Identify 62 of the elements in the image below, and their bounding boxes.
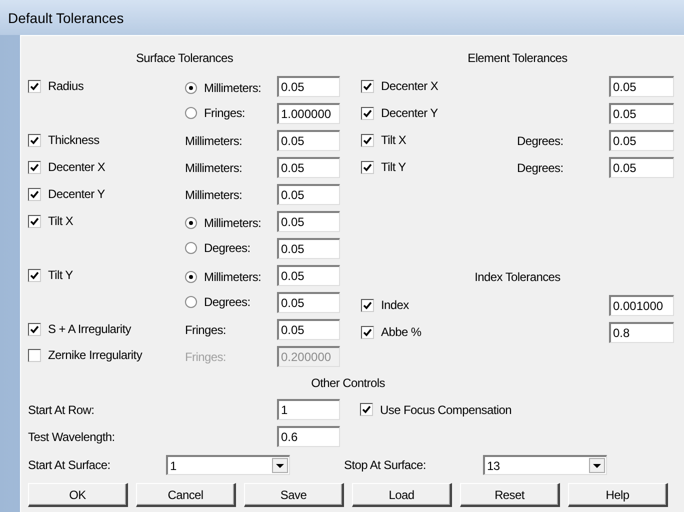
- input-field[interactable]: 1: [277, 399, 340, 420]
- input-field[interactable]: 0.05: [609, 76, 674, 97]
- input-field[interactable]: 0.05: [277, 211, 340, 232]
- field-label: Start At Surface:: [28, 458, 110, 472]
- section-heading: Other Controls: [311, 376, 385, 390]
- unit-label: Fringes:: [185, 350, 226, 364]
- input-field[interactable]: 0.05: [277, 292, 340, 313]
- radio-button[interactable]: Degrees:: [185, 294, 250, 308]
- unit-label: Fringes:: [185, 322, 226, 336]
- section-heading: Index Tolerances: [474, 270, 560, 284]
- input-field[interactable]: 0.05: [609, 130, 674, 151]
- checkbox[interactable]: Index: [361, 298, 409, 312]
- input-field[interactable]: 0.05: [277, 184, 340, 205]
- unit-label: Millimeters:: [185, 134, 242, 148]
- checkbox[interactable]: Decenter X: [28, 160, 106, 174]
- dialog-button[interactable]: Load: [352, 483, 452, 507]
- dialog-button[interactable]: Reset: [460, 483, 560, 507]
- input-field[interactable]: 1.000000: [277, 103, 340, 124]
- section-heading: Element Tolerances: [468, 51, 568, 65]
- dialog-button[interactable]: Cancel: [136, 483, 236, 507]
- field-label: Test Wavelength:: [28, 430, 115, 444]
- window-title: Default Tolerances: [8, 10, 124, 26]
- input-field[interactable]: 0.05: [277, 238, 340, 259]
- field-label: Start At Row:: [28, 402, 94, 416]
- input-field[interactable]: 0.05: [277, 130, 340, 151]
- unit-label: Millimeters:: [185, 188, 242, 202]
- radio-button[interactable]: Degrees:: [185, 240, 250, 254]
- checkbox[interactable]: S + A Irregularity: [28, 322, 131, 336]
- checkbox[interactable]: Decenter Y: [28, 187, 105, 202]
- checkbox[interactable]: Decenter Y: [361, 106, 438, 120]
- input-field[interactable]: 0.05: [277, 157, 340, 178]
- dropdown[interactable]: 1: [166, 455, 290, 475]
- radio-button[interactable]: Millimeters:: [185, 80, 262, 94]
- checkbox[interactable]: Radius: [28, 79, 84, 94]
- input-field[interactable]: 0.6: [277, 426, 340, 447]
- input-field[interactable]: 0.001000: [609, 295, 674, 316]
- checkbox[interactable]: Thickness: [28, 133, 100, 148]
- input-field[interactable]: 0.05: [277, 319, 340, 340]
- radio-button[interactable]: Millimeters:: [185, 216, 262, 230]
- input-field[interactable]: 0.05: [609, 157, 674, 178]
- input-field[interactable]: 0.05: [277, 265, 340, 286]
- checkbox[interactable]: Tilt Y: [28, 268, 73, 282]
- checkbox[interactable]: Abbe %: [361, 325, 422, 340]
- checkbox[interactable]: Tilt X: [361, 133, 406, 148]
- radio-button[interactable]: Fringes:: [185, 106, 245, 120]
- dropdown[interactable]: 13: [483, 455, 607, 475]
- unit-label: Degrees:: [517, 134, 564, 148]
- unit-label: Degrees:: [517, 160, 564, 174]
- dialog-button[interactable]: Save: [244, 483, 344, 507]
- input-field[interactable]: 0.05: [609, 103, 674, 124]
- input-field[interactable]: 0.05: [277, 76, 340, 97]
- input-field[interactable]: 0.8: [609, 322, 674, 343]
- checkbox[interactable]: Decenter X: [361, 79, 438, 94]
- unit-label: Millimeters:: [185, 160, 242, 174]
- section-heading: Surface Tolerances: [136, 51, 234, 65]
- checkbox[interactable]: Tilt X: [28, 214, 74, 228]
- checkbox[interactable]: Tilt Y: [361, 160, 406, 174]
- dialog-button[interactable]: OK: [28, 483, 128, 507]
- dialog-button[interactable]: Help: [568, 483, 668, 507]
- radio-button[interactable]: Millimeters:: [185, 270, 262, 284]
- checkbox[interactable]: Use Focus Compensation: [360, 402, 512, 416]
- field-label: Stop At Surface:: [344, 458, 426, 472]
